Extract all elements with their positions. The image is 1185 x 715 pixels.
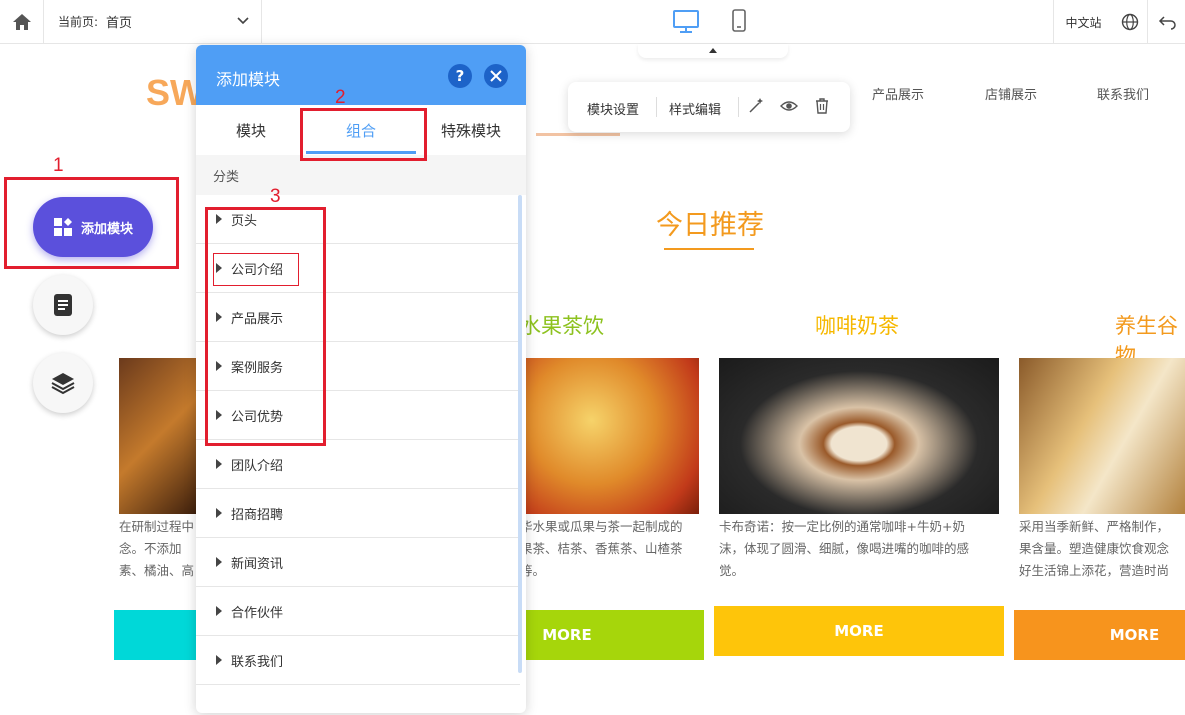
product-image-3 — [719, 358, 999, 514]
category-item-news[interactable]: 新闻资讯 — [196, 538, 520, 587]
category-label: 团队介绍 — [231, 459, 284, 474]
section-title-underline — [664, 248, 754, 250]
more-button-2[interactable]: MORE — [520, 610, 704, 660]
help-button[interactable]: ? — [448, 64, 472, 88]
category-label: 招商招聘 — [231, 508, 284, 523]
annotation-number-1: 1 — [53, 155, 64, 176]
product-title-2: 水果茶饮 — [520, 314, 604, 338]
undo-icon — [1158, 16, 1176, 30]
category-header: 分类 — [196, 155, 526, 195]
document-icon — [54, 294, 72, 316]
chevron-down-icon — [237, 17, 249, 25]
layers-icon — [51, 373, 75, 395]
nav-item-stores[interactable]: 店铺展示 — [985, 84, 1037, 103]
desc-line: 采用当季新鲜、严格制作， — [1019, 519, 1170, 534]
tab-modules[interactable]: 模块 — [196, 105, 306, 155]
globe-icon — [1121, 13, 1139, 31]
product-image-4 — [1019, 358, 1185, 514]
current-page-select[interactable]: 当前页: 首页 — [44, 0, 262, 44]
close-icon — [490, 70, 502, 82]
language-switch[interactable]: 中文站 — [1053, 0, 1113, 44]
category-header-label: 分类 — [213, 170, 240, 185]
annotation-number-2: 2 — [335, 87, 346, 108]
desc-line: 沫，体现了圆滑、细腻，像喝进嘴的咖啡的感 — [719, 541, 970, 556]
product-desc-4: 采用当季新鲜、严格制作， 果含量。塑造健康饮食观念 好生活锦上添花，营造时尚 — [1019, 516, 1185, 582]
preview-toggle-tab[interactable] — [638, 44, 788, 58]
panel-title: 添加模块 — [216, 70, 281, 89]
annotation-box-1 — [4, 177, 179, 269]
layers-button[interactable] — [33, 353, 93, 413]
more-button-4[interactable]: MORE — [1014, 610, 1185, 660]
annotation-highlight-company-intro — [213, 253, 299, 286]
annotation-number-3: 3 — [270, 186, 281, 207]
desktop-icon — [673, 10, 699, 33]
product-desc-2: 华水果或瓜果与茶一起制成的 果茶、桔茶、香蕉茶、山楂茶 等。 — [520, 516, 705, 582]
desc-line: 果含量。塑造健康饮食观念 — [1019, 541, 1170, 556]
style-edit-button[interactable]: 样式编辑 — [669, 99, 721, 118]
more-label: MORE — [542, 626, 592, 644]
desc-line: 觉。 — [719, 563, 745, 578]
product-title-3: 咖啡奶茶 — [815, 314, 899, 338]
product-image-1 — [119, 358, 199, 514]
desktop-view-button[interactable] — [672, 8, 700, 34]
caret-right-icon — [216, 508, 222, 518]
category-label: 联系我们 — [231, 655, 284, 670]
category-item-recruitment[interactable]: 招商招聘 — [196, 489, 520, 538]
desc-line: 念。不添加 — [119, 541, 182, 556]
category-label: 合作伙伴 — [231, 606, 284, 621]
desc-line: 卡布奇诺：按一定比例的通常咖啡+牛奶+奶 — [719, 519, 965, 534]
desc-line: 在研制过程中 — [119, 519, 195, 534]
more-label: MORE — [1109, 626, 1160, 644]
current-page-label: 当前页: — [58, 15, 99, 29]
category-item-team[interactable]: 团队介绍 — [196, 440, 520, 489]
eye-icon[interactable] — [780, 97, 798, 115]
close-button[interactable] — [484, 64, 508, 88]
toolbar-divider — [738, 97, 739, 117]
module-settings-button[interactable]: 模块设置 — [587, 99, 639, 118]
category-label: 新闻资讯 — [231, 557, 284, 572]
module-toolbar: 模块设置 样式编辑 — [568, 82, 850, 132]
caret-right-icon — [216, 557, 222, 567]
annotation-box-2 — [300, 108, 427, 161]
nav-item-products[interactable]: 产品展示 — [872, 84, 924, 103]
panel-scrollbar[interactable] — [518, 195, 522, 673]
home-icon — [12, 14, 31, 30]
mobile-view-button[interactable] — [730, 8, 748, 34]
toolbar-divider — [656, 97, 657, 117]
tab-special-modules[interactable]: 特殊模块 — [416, 105, 526, 155]
desc-line: 华水果或瓜果与茶一起制成的 — [520, 519, 683, 534]
nav-item-contact[interactable]: 联系我们 — [1097, 84, 1149, 103]
category-item-partners[interactable]: 合作伙伴 — [196, 587, 520, 636]
desc-line: 果茶、桔茶、香蕉茶、山楂茶 — [520, 541, 683, 556]
help-icon: ? — [455, 67, 465, 85]
caret-up-icon — [709, 48, 717, 53]
mobile-icon — [732, 9, 746, 32]
globe-button[interactable] — [1113, 0, 1147, 44]
more-button-3[interactable]: MORE — [714, 606, 1004, 656]
annotation-box-3 — [205, 207, 326, 446]
caret-right-icon — [216, 459, 222, 469]
product-desc-1: 在研制过程中 念。不添加 素、橘油、高 — [119, 516, 199, 582]
panel-header: 添加模块 ? — [196, 45, 526, 105]
category-item-contact[interactable]: 联系我们 — [196, 636, 520, 685]
home-button[interactable] — [0, 0, 44, 44]
more-button-1[interactable] — [114, 610, 204, 660]
page-manage-button[interactable] — [33, 275, 93, 335]
desc-line: 素、橘油、高 — [119, 563, 195, 578]
magic-wand-icon[interactable] — [747, 97, 765, 115]
trash-icon[interactable] — [814, 97, 830, 115]
caret-right-icon — [216, 606, 222, 616]
caret-right-icon — [216, 655, 222, 665]
current-page-value: 首页 — [106, 16, 133, 31]
more-label: MORE — [834, 622, 884, 640]
desc-line: 好生活锦上添花，营造时尚 — [1019, 563, 1170, 578]
undo-button[interactable] — [1147, 0, 1185, 44]
desc-line: 等。 — [520, 563, 546, 578]
product-image-2 — [520, 358, 699, 514]
section-title: 今日推荐 — [656, 210, 764, 241]
product-desc-3: 卡布奇诺：按一定比例的通常咖啡+牛奶+奶 沫，体现了圆滑、细腻，像喝进嘴的咖啡的… — [719, 516, 1001, 582]
nav-active-underline — [536, 133, 620, 136]
